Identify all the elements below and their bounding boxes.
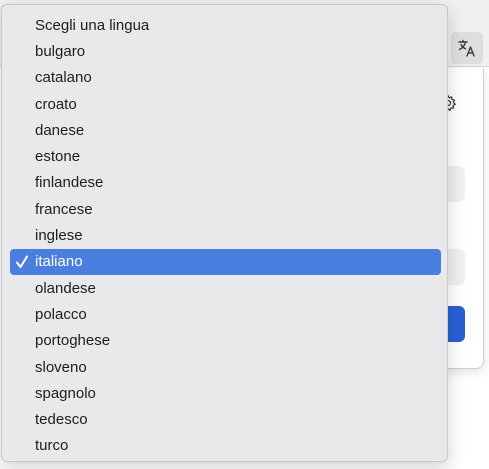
- menu-item-label: spagnolo: [35, 384, 96, 402]
- menu-item-label: estone: [35, 148, 81, 166]
- menu-item-croato[interactable]: croato: [10, 91, 441, 117]
- menu-item-polacco[interactable]: polacco: [10, 301, 441, 327]
- menu-item-danese[interactable]: danese: [10, 117, 441, 143]
- menu-item-label: francese: [35, 200, 93, 218]
- menu-item-francese[interactable]: francese: [10, 196, 441, 222]
- menu-item-finlandese[interactable]: finlandese: [10, 170, 441, 196]
- menu-item-label: olandese: [35, 279, 96, 297]
- menu-item-label: sloveno: [35, 358, 87, 376]
- menu-item-label: inglese: [35, 227, 83, 245]
- menu-item-turco[interactable]: turco: [10, 433, 441, 459]
- menu-item-placeholder[interactable]: Scegli una lingua: [10, 12, 441, 38]
- menu-item-label: finlandese: [35, 174, 104, 192]
- menu-item-label: portoghese: [35, 332, 111, 350]
- menu-item-portoghese[interactable]: portoghese: [10, 328, 441, 354]
- page: Scegli una lingua bulgaro catalano croato da…: [0, 0, 489, 469]
- menu-item-sloveno[interactable]: sloveno: [10, 354, 441, 380]
- menu-item-estone[interactable]: estone: [10, 143, 441, 169]
- menu-item-label: turco: [35, 437, 69, 455]
- menu-item-label: tedesco: [35, 411, 88, 429]
- menu-item-italiano[interactable]: italiano: [10, 248, 441, 275]
- menu-item-label: danese: [35, 121, 85, 139]
- menu-item-label: italiano: [35, 253, 83, 271]
- menu-item-inglese[interactable]: inglese: [10, 222, 441, 248]
- menu-item-label: polacco: [35, 305, 87, 323]
- menu-item-label: catalano: [35, 69, 92, 87]
- menu-item-spagnolo[interactable]: spagnolo: [10, 380, 441, 406]
- language-dropdown-menu: Scegli una lingua bulgaro catalano croato da…: [1, 4, 448, 462]
- translate-button[interactable]: [451, 32, 483, 64]
- translate-icon: [458, 39, 475, 57]
- menu-item-catalano[interactable]: catalano: [10, 65, 441, 91]
- menu-item-bulgaro[interactable]: bulgaro: [10, 38, 441, 64]
- menu-item-tedesco[interactable]: tedesco: [10, 406, 441, 432]
- checkmark-icon: [16, 255, 28, 268]
- menu-item-label: croato: [35, 95, 77, 113]
- menu-item-olandese[interactable]: olandese: [10, 275, 441, 301]
- menu-item-label: Scegli una lingua: [35, 16, 150, 34]
- menu-item-label: bulgaro: [35, 42, 86, 60]
